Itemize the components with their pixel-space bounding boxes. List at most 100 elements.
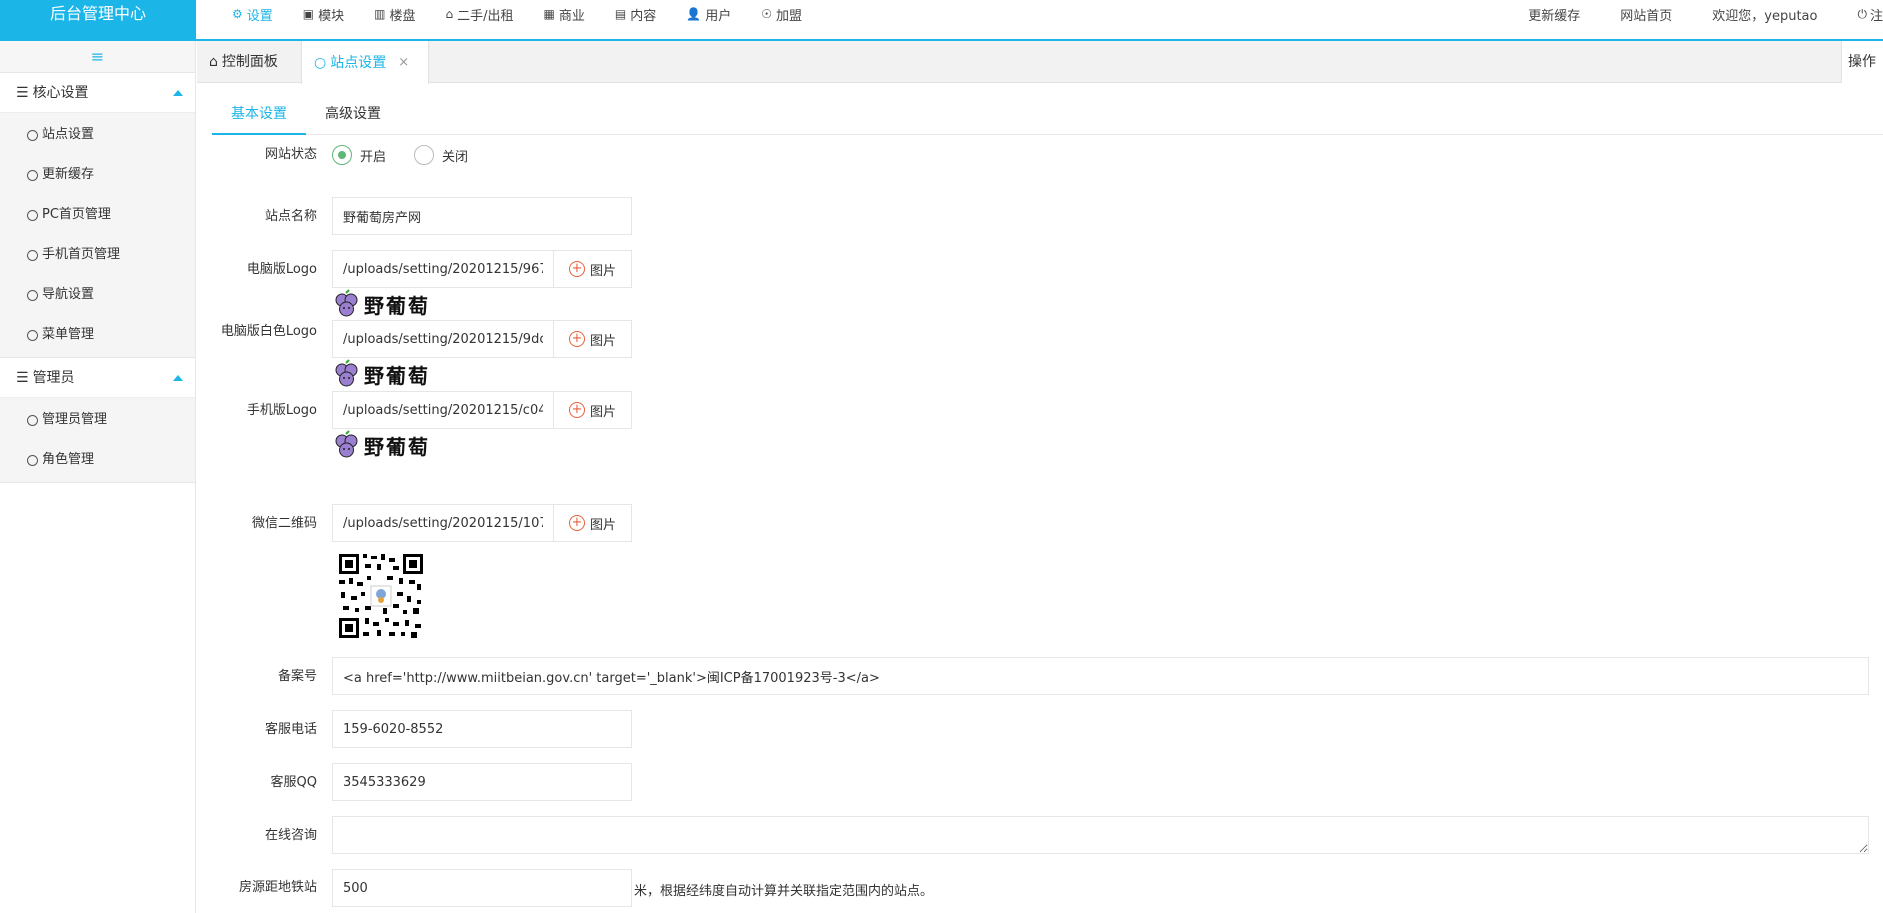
sidebar-item[interactable]: 手机首页管理 [0, 235, 195, 275]
circle-icon [27, 209, 38, 221]
sidebar-group-title: 管理员 [32, 370, 75, 386]
logo-text: 野葡萄 [364, 293, 430, 318]
close-tab-icon[interactable]: × [398, 42, 409, 84]
house-icon: ⌂ [445, 7, 454, 21]
sidebar-collapse-toggle[interactable]: ≡ [0, 41, 195, 73]
sidebar-item[interactable]: 站点设置 [0, 115, 195, 155]
service-qq-input[interactable] [332, 763, 632, 801]
main-content: 基本设置 高级设置 网站状态 开启 关闭 站点名称 电脑版Logo [197, 84, 1883, 913]
caret-up-icon [173, 375, 183, 381]
tab-site-settings[interactable]: ○ 站点设置 × [301, 41, 429, 84]
sidebar-item-label: 管理员管理 [42, 412, 108, 427]
circle-icon [27, 454, 38, 466]
sidebar-item-label: 更新缓存 [42, 167, 95, 182]
metro-distance-label: 房源距地铁站 [238, 880, 317, 895]
sidebar-group-0[interactable]: ☰ 核心设置 [0, 73, 195, 113]
tab-dashboard[interactable]: ⌂ 控制面板 [197, 41, 301, 83]
tab-operations-button[interactable]: 操作 [1841, 41, 1883, 83]
plus-circle-icon: + [568, 402, 585, 418]
menu-icon: ≡ [90, 47, 105, 66]
pc-white-logo-upload-button[interactable]: + 图片 [553, 320, 632, 358]
welcome-user: 欢迎您，yeputao [1712, 8, 1818, 24]
radio-checked-icon [332, 145, 352, 165]
site-status-on-radio[interactable]: 开启 [332, 145, 386, 165]
subtab-basic[interactable]: 基本设置 [212, 94, 306, 135]
caret-up-icon [173, 90, 183, 96]
user-icon: 👤 [686, 7, 702, 21]
sidebar-group-items: 管理员管理角色管理 [0, 398, 195, 483]
top-nav-label: 商业 [558, 8, 585, 24]
pc-white-logo-preview: 野葡萄 [332, 359, 430, 389]
top-nav-item-2[interactable]: ▥ 楼盘 [374, 0, 415, 28]
pc-white-logo-input[interactable] [332, 320, 554, 358]
top-nav-item-0[interactable]: ⚙ 设置 [232, 0, 273, 28]
sidebar-item[interactable]: 菜单管理 [0, 315, 195, 355]
module-icon: ▣ [302, 7, 315, 21]
top-nav-item-4[interactable]: ▦ 商业 [544, 0, 585, 28]
wechat-qr-input[interactable] [332, 504, 554, 542]
sidebar-item[interactable]: 导航设置 [0, 275, 195, 315]
top-nav-item-5[interactable]: ▤ 内容 [615, 0, 656, 28]
tab-dashboard-label: 控制面板 [221, 54, 278, 70]
refresh-cache-link[interactable]: 更新缓存 [1528, 0, 1580, 28]
mobile-logo-upload-button[interactable]: + 图片 [553, 391, 632, 429]
top-bar: 后台管理中心 ⚙ 设置 ▣ 模块 ▥ 楼盘 ⌂ 二手/出租 ▦ 商业 ▤ 内容 👤 用户 ☉ 加盟 更新缓存 … [0, 0, 1883, 41]
subtab-advanced[interactable]: 高级设置 [306, 94, 400, 135]
icp-input[interactable] [332, 657, 1869, 695]
logout-link[interactable]: ⏻ 注 [1857, 0, 1883, 28]
site-status-off-label: 关闭 [442, 149, 469, 165]
online-consult-textarea[interactable] [332, 816, 1869, 854]
pc-logo-preview: 野葡萄 [332, 289, 430, 319]
tab-site-settings-label: 站点设置 [330, 54, 387, 71]
top-nav-item-3[interactable]: ⌂ 二手/出租 [446, 0, 514, 28]
logo-text: 野葡萄 [364, 434, 430, 459]
service-phone-input[interactable] [332, 710, 632, 748]
plus-circle-icon: + [568, 515, 585, 531]
top-nav: ⚙ 设置 ▣ 模块 ▥ 楼盘 ⌂ 二手/出租 ▦ 商业 ▤ 内容 👤 用户 ☉ 加盟 [232, 0, 832, 28]
power-icon: ⏻ [1857, 6, 1867, 21]
site-status-off-radio[interactable]: 关闭 [414, 145, 468, 165]
pc-logo-input[interactable] [332, 250, 554, 288]
circle-icon [27, 169, 38, 181]
site-name-input[interactable] [332, 197, 632, 235]
sidebar-item[interactable]: 管理员管理 [0, 400, 195, 440]
service-qq-label: 客服QQ [270, 775, 317, 790]
circle-icon: ○ [314, 54, 327, 71]
logout-label: 注 [1869, 8, 1883, 24]
circle-icon [27, 129, 38, 141]
circle-icon [27, 289, 38, 301]
sidebar-group-1[interactable]: ☰ 管理员 [0, 358, 195, 398]
mobile-logo-input[interactable] [332, 391, 554, 429]
top-nav-item-6[interactable]: 👤 用户 [686, 0, 731, 28]
wechat-qr-upload-button[interactable]: + 图片 [553, 504, 632, 542]
site-status-on-label: 开启 [360, 149, 387, 165]
sidebar-item-label: 站点设置 [42, 127, 95, 142]
home-icon: ⌂ [209, 54, 218, 70]
sidebar-item[interactable]: PC首页管理 [0, 195, 195, 235]
circle-icon [27, 414, 38, 426]
top-nav-item-7[interactable]: ☉ 加盟 [761, 0, 802, 28]
site-home-link[interactable]: 网站首页 [1620, 0, 1672, 28]
icp-label: 备案号 [277, 669, 317, 684]
sidebar-item[interactable]: 更新缓存 [0, 155, 195, 195]
upload-button-label: 图片 [589, 333, 616, 349]
sidebar-group-items: 站点设置更新缓存 PC首页管理手机首页管理导航设置 菜单管理 [0, 113, 195, 358]
upload-button-label: 图片 [589, 404, 616, 420]
grape-logo-icon [335, 430, 358, 458]
metro-distance-input[interactable] [332, 869, 632, 907]
app-title: 后台管理中心 [0, 0, 196, 41]
top-nav-label: 设置 [246, 8, 273, 24]
circle-icon [27, 329, 38, 341]
top-nav-item-1[interactable]: ▣ 模块 [303, 0, 344, 28]
top-nav-label: 楼盘 [389, 8, 416, 24]
circle-icon [27, 249, 38, 261]
radio-unchecked-icon [414, 145, 435, 165]
metro-distance-hint: 米，根据经纬度自动计算并关联指定范围内的站点。 [634, 884, 934, 899]
sidebar-item-label: 手机首页管理 [42, 247, 121, 262]
building-icon: ▥ [374, 7, 386, 21]
pc-logo-label: 电脑版Logo [246, 262, 317, 277]
top-nav-label: 模块 [318, 8, 345, 24]
sidebar-item[interactable]: 角色管理 [0, 440, 195, 480]
pc-logo-upload-button[interactable]: + 图片 [553, 250, 632, 288]
document-icon: ▤ [614, 7, 627, 21]
